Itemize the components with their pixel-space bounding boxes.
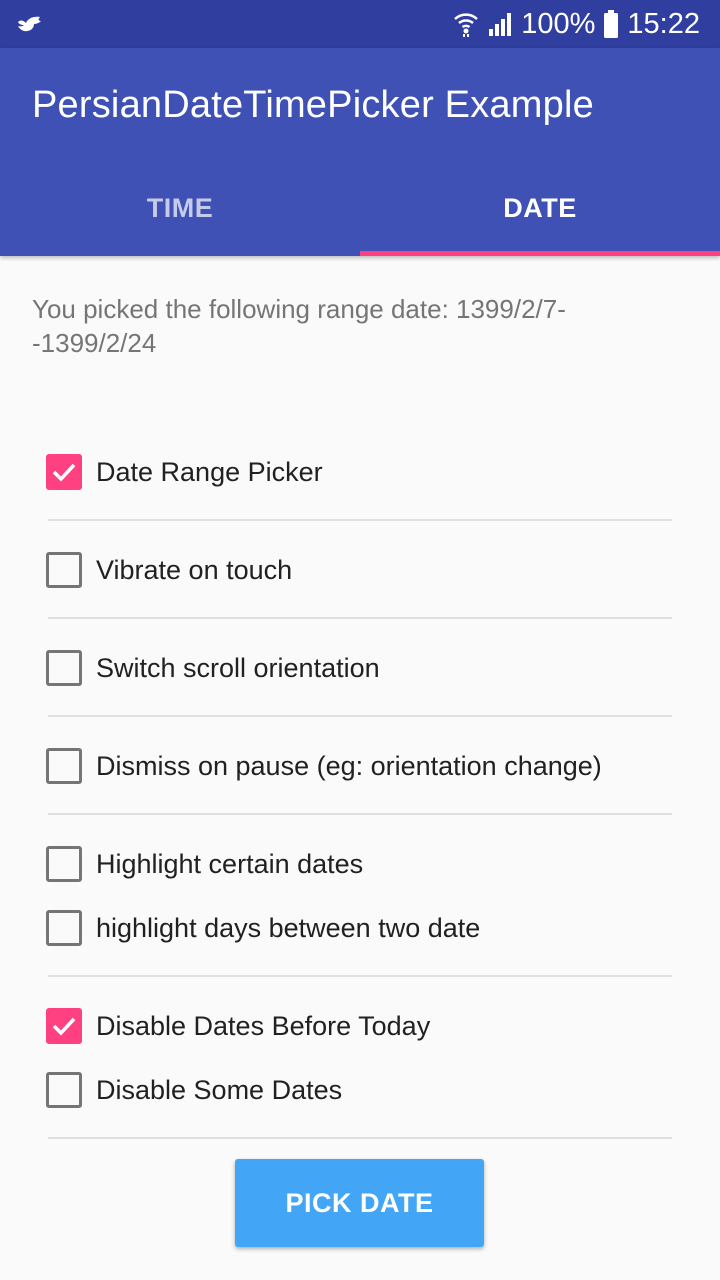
checkbox-vibrate-on-touch[interactable] [46,552,82,588]
option-highlight-certain-dates[interactable]: Highlight certain dates [46,844,363,884]
option-label: Switch scroll orientation [96,652,380,683]
check-icon [52,1017,76,1036]
wifi-icon [453,11,479,37]
divider [48,715,672,717]
checkbox-switch-scroll-orientation[interactable] [46,650,82,686]
option-disable-dates-before-today[interactable]: Disable Dates Before Today [46,1006,430,1046]
option-vibrate-on-touch[interactable]: Vibrate on touch [46,550,292,590]
option-label: Date Range Picker [96,456,323,487]
status-indicators: 100% 15:22 [453,0,700,48]
checkbox-highlight-certain-dates[interactable] [46,846,82,882]
divider [48,975,672,977]
checkbox-highlight-days-between[interactable] [46,910,82,946]
option-label: Vibrate on touch [96,554,293,585]
divider [48,519,672,521]
status-time: 15:22 [627,7,700,40]
picked-range-text: You picked the following range date: 139… [32,294,566,358]
checkbox-disable-some-dates[interactable] [46,1072,82,1108]
option-label: Disable Some Dates [96,1074,343,1105]
tab-bar: TIME DATE [0,160,720,256]
option-highlight-days-between[interactable]: highlight days between two date [46,908,480,948]
tab-date[interactable]: DATE [360,160,720,256]
option-date-range-picker[interactable]: Date Range Picker [46,452,323,492]
battery-percent: 100% [521,7,596,40]
app-bar: PersianDateTimePicker Example TIME DATE [0,48,720,256]
app-title: PersianDateTimePicker Example [32,84,594,126]
pick-date-button[interactable]: PICK DATE [235,1159,484,1247]
option-label: Dismiss on pause (eg: orientation change… [96,750,602,781]
option-label: Highlight certain dates [96,848,364,879]
checkbox-date-range-picker[interactable] [46,454,82,490]
tab-time[interactable]: TIME [0,160,360,256]
checkbox-disable-dates-before-today[interactable] [46,1008,82,1044]
option-label: Disable Dates Before Today [96,1010,431,1041]
divider [48,1137,672,1139]
check-icon [52,463,76,482]
option-switch-scroll-orientation[interactable]: Switch scroll orientation [46,648,380,688]
option-dismiss-on-pause[interactable]: Dismiss on pause (eg: orientation change… [46,746,602,786]
option-label: highlight days between two date [96,912,481,943]
signal-icon [487,11,513,37]
status-bar: 100% 15:22 [0,0,720,48]
divider [48,617,672,619]
battery-icon [603,10,619,38]
option-disable-some-dates[interactable]: Disable Some Dates [46,1070,342,1110]
divider [48,813,672,815]
checkbox-dismiss-on-pause[interactable] [46,748,82,784]
bird-icon [18,16,41,32]
